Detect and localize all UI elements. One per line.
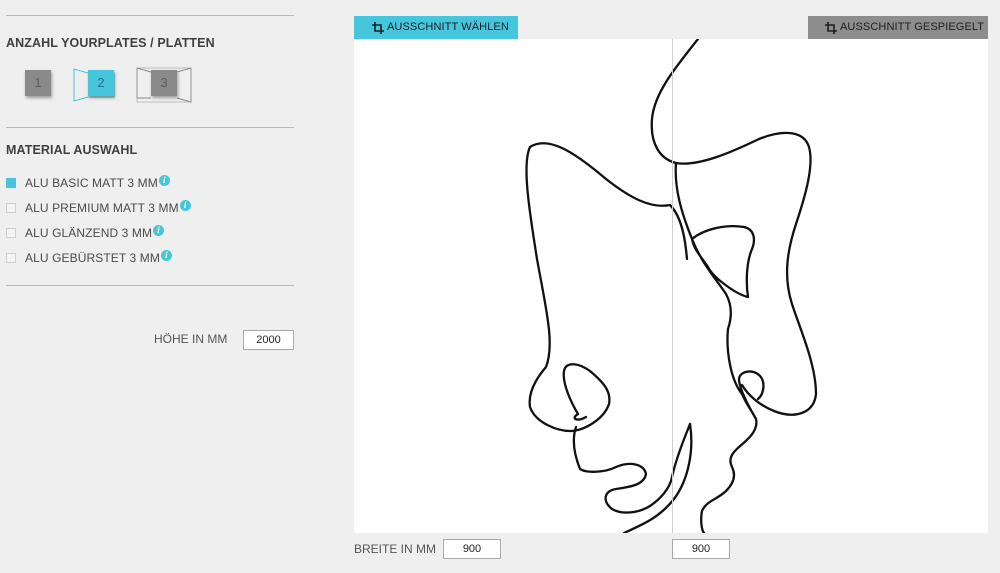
material-option-gebuerstet[interactable]: ALU GEBÜRSTET 3 MM i xyxy=(6,249,172,266)
info-icon[interactable]: i xyxy=(158,174,170,186)
crop-icon xyxy=(372,21,384,34)
material-label: ALU GEBÜRSTET 3 MM xyxy=(25,251,160,265)
select-crop-button[interactable]: AUSSCHNITT WÄHLEN xyxy=(354,16,518,39)
material-option-glaenzend[interactable]: ALU GLÄNZEND 3 MM i xyxy=(6,224,165,241)
artwork-preview-canvas[interactable] xyxy=(354,39,988,533)
plate-count-label: 2 xyxy=(88,70,114,96)
plate-count-option-1[interactable]: 1 xyxy=(24,66,54,104)
material-option-premium-matt[interactable]: ALU PREMIUM MATT 3 MM i xyxy=(6,199,191,216)
material-checkbox[interactable] xyxy=(6,253,16,263)
material-checkbox[interactable] xyxy=(6,203,16,213)
crop-icon xyxy=(825,21,837,34)
divider xyxy=(6,15,294,16)
width-input-left[interactable] xyxy=(443,539,501,559)
plate-count-label: 1 xyxy=(25,70,51,96)
select-crop-label: AUSSCHNITT WÄHLEN xyxy=(387,21,509,33)
mirrored-crop-label: AUSSCHNITT GESPIEGELT xyxy=(840,21,985,33)
divider xyxy=(6,285,294,286)
line-art-faces-image xyxy=(525,39,818,533)
material-option-basic-matt[interactable]: ALU BASIC MATT 3 MM i xyxy=(6,174,170,191)
width-label: BREITE IN MM xyxy=(354,542,437,556)
material-label: ALU BASIC MATT 3 MM xyxy=(25,176,158,190)
info-icon[interactable]: i xyxy=(179,199,191,211)
height-input[interactable] xyxy=(243,330,294,350)
mirrored-crop-button[interactable]: AUSSCHNITT GESPIEGELT xyxy=(808,16,988,39)
plate-count-label: 3 xyxy=(151,70,177,96)
info-icon[interactable]: i xyxy=(153,224,165,236)
plates-section-title: ANZAHL YOURPLATES / PLATTEN xyxy=(6,36,215,50)
info-icon[interactable]: i xyxy=(160,249,172,261)
plate-count-option-3[interactable]: 3 xyxy=(135,66,195,104)
material-section-title: MATERIAL AUSWAHL xyxy=(6,143,138,157)
material-label: ALU GLÄNZEND 3 MM xyxy=(25,226,153,240)
material-checkbox[interactable] xyxy=(6,228,16,238)
material-checkbox[interactable] xyxy=(6,178,16,188)
height-label: HÖHE IN MM xyxy=(154,332,228,346)
material-label: ALU PREMIUM MATT 3 MM xyxy=(25,201,179,215)
panel-split-line xyxy=(672,39,673,533)
plate-count-option-2[interactable]: 2 xyxy=(72,66,120,104)
width-input-right[interactable] xyxy=(672,539,730,559)
divider xyxy=(6,127,294,128)
